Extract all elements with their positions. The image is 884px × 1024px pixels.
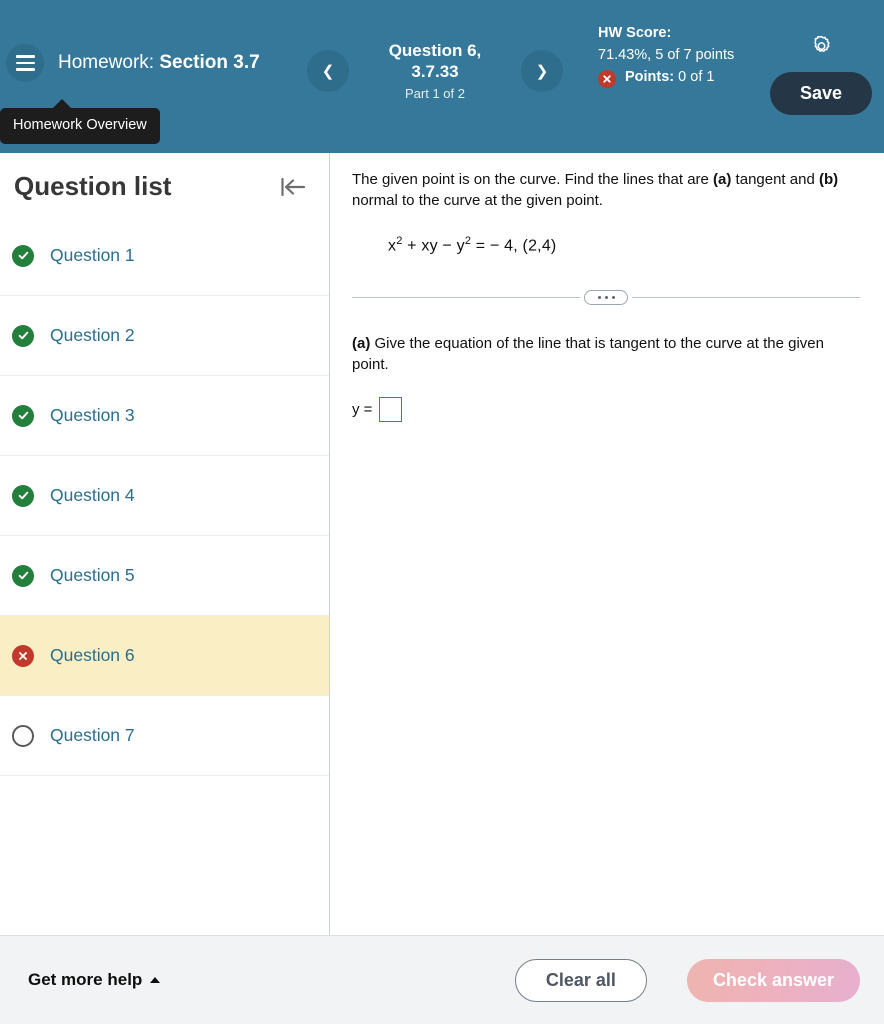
divider-line-right <box>632 296 860 298</box>
footer-actions: Clear all Check answer <box>514 958 860 1002</box>
check-circle-icon <box>12 404 34 427</box>
part-a-prompt: (a) Give the equation of the line that i… <box>352 333 860 375</box>
get-more-help-label: Get more help <box>28 970 143 989</box>
list-item[interactable]: Question 2 <box>0 296 329 376</box>
question-list-title: Question list <box>14 171 172 201</box>
question-list-sidebar: Question list Question 1 Question 2 Ques… <box>0 153 330 935</box>
part-a-text: Give the equation of the line that is ta… <box>352 335 824 374</box>
question-list-item-label: Question 4 <box>50 485 135 505</box>
get-more-help-button[interactable]: Get more help <box>28 970 161 990</box>
sidebar-header: Question list <box>0 153 329 216</box>
header-actions: Save <box>770 22 884 115</box>
check-circle-icon <box>12 484 34 507</box>
save-button[interactable]: Save <box>770 72 873 115</box>
clear-all-button[interactable]: Clear all <box>514 958 647 1002</box>
prompt-text-1: The given point is on the curve. Find th… <box>352 171 714 188</box>
answer-prefix-label: y = <box>352 401 373 419</box>
answer-input[interactable] <box>379 397 403 423</box>
hamburger-menu-icon[interactable] <box>6 44 44 82</box>
list-item[interactable]: Question 4 <box>0 456 329 536</box>
list-item[interactable]: Question 3 <box>0 376 329 456</box>
question-list-item-label: Question 3 <box>50 405 135 425</box>
homework-title-prefix: Homework: <box>58 52 155 73</box>
curve-equation: x2 + xy − y2 = − 4, (2,4) <box>388 235 860 255</box>
chevron-right-icon[interactable]: ❯ <box>521 49 563 92</box>
points-row: Points: 0 of 1 <box>598 66 770 88</box>
question-list-item-label: Question 2 <box>50 325 135 345</box>
divider-line-left <box>352 296 580 298</box>
hw-score-label: HW Score: <box>598 25 672 41</box>
ellipsis-dot <box>611 295 615 299</box>
circle-x-icon <box>12 644 34 667</box>
answer-row: y = <box>352 397 860 423</box>
question-list: Question 1 Question 2 Question 3 Questio… <box>0 216 329 776</box>
equation-base-x: x <box>388 237 397 255</box>
equation-base-y: y <box>456 237 465 255</box>
hw-score-value: 71.43%, 5 of 7 points <box>598 47 735 63</box>
circle-x-icon <box>598 69 616 91</box>
equation-operator: + xy − <box>402 237 457 255</box>
ellipsis-dot <box>604 295 608 299</box>
question-list-item-label: Question 5 <box>50 565 135 585</box>
points-value: 0 of 1 <box>678 69 715 85</box>
body-area: Question list Question 1 Question 2 Ques… <box>0 153 884 935</box>
caret-up-icon <box>150 977 161 983</box>
question-content: The given point is on the curve. Find th… <box>330 153 884 935</box>
list-item[interactable]: Question 1 <box>0 216 329 296</box>
header-left-group: Homework: Section 3.7 <box>0 0 290 82</box>
app-header: Homework: Section 3.7 Homework Overview … <box>0 0 884 153</box>
prompt-label-a: (a) <box>713 171 732 188</box>
app-footer: Get more help Clear all Check answer <box>0 935 884 1024</box>
check-circle-icon <box>12 244 34 267</box>
prompt-text-2: tangent and <box>731 171 819 188</box>
list-item[interactable]: Question 7 <box>0 696 329 776</box>
question-navigator: ❮ Question 6, 3.7.33 Part 1 of 2 ❯ <box>290 0 580 101</box>
check-circle-icon <box>12 564 34 587</box>
question-list-item-label: Question 7 <box>50 725 135 745</box>
section-divider <box>352 287 860 307</box>
homework-title: Homework: Section 3.7 <box>58 50 260 76</box>
list-item-current[interactable]: Question 6 <box>0 616 329 696</box>
hamburger-bar <box>15 61 35 65</box>
homework-app: Homework: Section 3.7 Homework Overview … <box>0 0 884 1024</box>
gear-icon[interactable] <box>809 34 834 62</box>
check-circle-icon <box>12 324 34 347</box>
check-answer-button[interactable]: Check answer <box>686 958 860 1002</box>
points-label: Points: <box>625 69 675 85</box>
question-title: Question 6, 3.7.33 <box>388 41 482 81</box>
question-list-item-label: Question 1 <box>50 245 135 265</box>
chevron-left-icon[interactable]: ❮ <box>307 49 349 92</box>
homework-overview-tooltip: Homework Overview <box>0 99 160 144</box>
header-right-group: HW Score: 71.43%, 5 of 7 points Points: … <box>580 0 884 115</box>
list-item[interactable]: Question 5 <box>0 536 329 616</box>
hamburger-bar <box>15 68 35 71</box>
equation-tail: = − 4, (2,4) <box>471 237 557 255</box>
empty-circle-icon <box>12 724 34 747</box>
ellipsis-expand-icon[interactable] <box>584 289 628 305</box>
hamburger-bar <box>15 55 35 58</box>
question-list-item-label: Question 6 <box>50 645 135 665</box>
homework-title-main: Section 3.7 <box>159 52 260 73</box>
collapse-left-icon[interactable] <box>279 175 307 199</box>
prompt-label-b: (b) <box>818 171 839 188</box>
question-part-label: Part 1 of 2 <box>405 86 465 101</box>
tooltip-label: Homework Overview <box>13 117 147 133</box>
hw-score-block: HW Score: 71.43%, 5 of 7 points Points: … <box>598 22 770 88</box>
part-a-label: (a) <box>352 335 371 353</box>
prompt-text-3: normal to the curve at the given point. <box>352 192 603 209</box>
part-a-block: (a) Give the equation of the line that i… <box>352 333 860 423</box>
ellipsis-dot <box>597 295 601 299</box>
question-prompt: The given point is on the curve. Find th… <box>352 169 860 211</box>
question-title-block: Question 6, 3.7.33 Part 1 of 2 <box>365 40 505 101</box>
